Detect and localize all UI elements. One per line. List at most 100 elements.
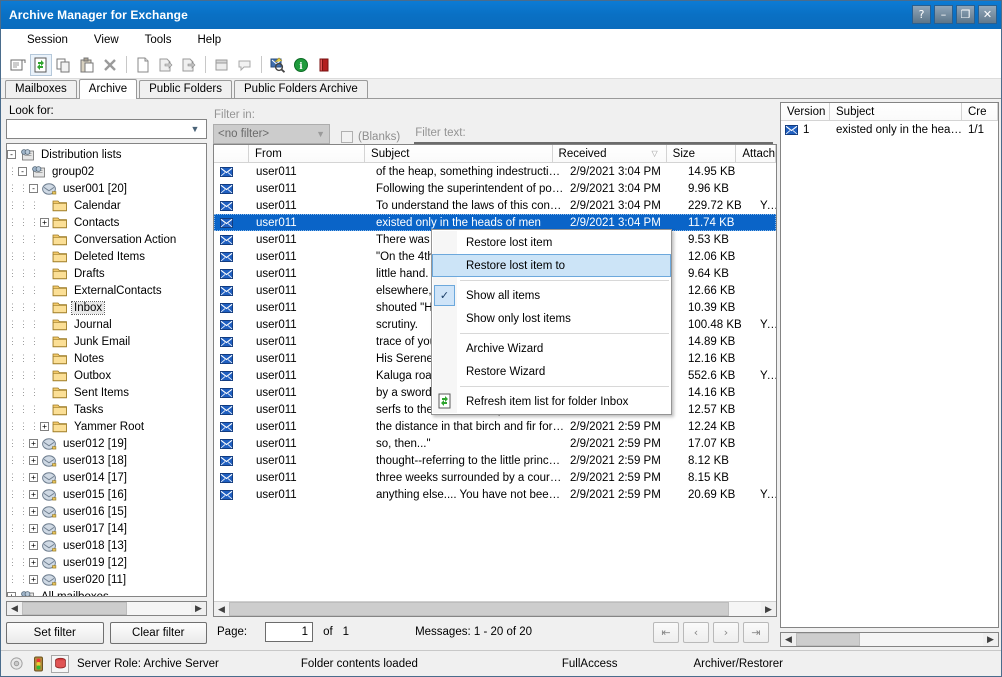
table-row[interactable]: user011three weeks surrounded by a court… bbox=[214, 469, 776, 486]
copy-icon[interactable] bbox=[53, 54, 75, 76]
clear-filter-button[interactable]: Clear filter bbox=[110, 622, 208, 644]
versions-grid-body[interactable]: 1existed only in the head...1/1 bbox=[781, 121, 998, 627]
table-row[interactable]: user011so, then..."2/9/2021 2:59 PM17.07… bbox=[214, 435, 776, 452]
scroll-thumb[interactable] bbox=[22, 602, 127, 615]
tab-public-folders-archive[interactable]: Public Folders Archive bbox=[234, 80, 368, 98]
scroll-left-icon[interactable]: ◀ bbox=[781, 633, 796, 646]
tree-expander[interactable]: + bbox=[40, 218, 49, 227]
column-header-subject[interactable]: Subject bbox=[830, 103, 962, 120]
note-icon[interactable] bbox=[211, 54, 233, 76]
scroll-track[interactable] bbox=[229, 602, 761, 616]
column-header-icon[interactable] bbox=[214, 145, 249, 162]
column-header-attach[interactable]: Attach bbox=[736, 145, 776, 162]
refresh-icon[interactable] bbox=[30, 54, 52, 76]
tree-expander[interactable]: + bbox=[29, 439, 38, 448]
scroll-right-icon[interactable]: ▶ bbox=[983, 633, 998, 646]
info-icon[interactable]: i bbox=[290, 54, 312, 76]
last-page-button[interactable]: ⇥ bbox=[743, 622, 769, 643]
tab-mailboxes[interactable]: Mailboxes bbox=[5, 80, 77, 98]
next-page-button[interactable]: › bbox=[713, 622, 739, 643]
context-menu-item[interactable]: Archive Wizard bbox=[432, 337, 671, 360]
versions-horizontal-scrollbar[interactable]: ◀ ▶ bbox=[780, 632, 999, 647]
tree-item[interactable]: ⋮⋮⋮Junk Email bbox=[7, 333, 206, 350]
tree-expander[interactable]: + bbox=[29, 558, 38, 567]
column-header-from[interactable]: From bbox=[249, 145, 365, 162]
tree-item[interactable]: ⋮⋮⋮ExternalContacts bbox=[7, 282, 206, 299]
menu-item-session[interactable]: Session bbox=[15, 31, 80, 49]
archive-item-icon[interactable] bbox=[155, 54, 177, 76]
tree-expander[interactable]: + bbox=[29, 490, 38, 499]
new-document-icon[interactable] bbox=[132, 54, 154, 76]
tree-expander[interactable]: + bbox=[29, 575, 38, 584]
tree-expander[interactable]: + bbox=[29, 507, 38, 516]
column-header-version[interactable]: Version bbox=[781, 103, 830, 120]
look-for-input[interactable]: ▼ bbox=[6, 119, 207, 139]
tree-item[interactable]: -Distribution lists bbox=[7, 146, 206, 163]
table-row[interactable]: user011thought--referring to the little … bbox=[214, 452, 776, 469]
tree-item[interactable]: ⋮⋮⋮Notes bbox=[7, 350, 206, 367]
paste-icon[interactable] bbox=[76, 54, 98, 76]
help-button[interactable]: ? bbox=[912, 5, 931, 24]
tree-item[interactable]: ⋮⋮+user020 [11] bbox=[7, 571, 206, 588]
tree-expander[interactable]: + bbox=[29, 473, 38, 482]
context-menu-item[interactable]: ✓Show all items bbox=[432, 284, 671, 307]
table-row[interactable]: 1existed only in the head...1/1 bbox=[781, 121, 998, 138]
tree-item[interactable]: ⋮⋮+user014 [17] bbox=[7, 469, 206, 486]
tree-item[interactable]: ⋮⋮⋮Deleted Items bbox=[7, 248, 206, 265]
tree-item[interactable]: ⋮-group02 bbox=[7, 163, 206, 180]
table-row[interactable]: user011the distance in that birch and fi… bbox=[214, 418, 776, 435]
context-menu[interactable]: Restore lost itemRestore lost item to✓Sh… bbox=[431, 229, 672, 415]
book-icon[interactable] bbox=[313, 54, 335, 76]
previous-page-button[interactable]: ‹ bbox=[683, 622, 709, 643]
tree-expander[interactable]: + bbox=[7, 592, 16, 597]
message-grid-scrollbar[interactable]: ◀ ▶ bbox=[214, 601, 776, 616]
column-header-subject[interactable]: Subject bbox=[365, 145, 552, 162]
menu-item-help[interactable]: Help bbox=[186, 31, 234, 49]
tree-expander[interactable]: - bbox=[18, 167, 27, 176]
blanks-checkbox[interactable] bbox=[341, 131, 353, 143]
filter-in-select[interactable]: <no filter> ▼ bbox=[213, 124, 330, 144]
context-menu-item[interactable]: Show only lost items bbox=[432, 307, 671, 330]
tree-item[interactable]: +All mailboxes bbox=[7, 588, 206, 597]
context-menu-item[interactable]: Restore Wizard bbox=[432, 360, 671, 383]
tree-expander[interactable]: + bbox=[29, 541, 38, 550]
tree-item[interactable]: ⋮⋮+user016 [15] bbox=[7, 503, 206, 520]
tree-item[interactable]: ⋮⋮⋮Drafts bbox=[7, 265, 206, 282]
scroll-thumb[interactable] bbox=[796, 633, 860, 646]
tree-expander[interactable]: - bbox=[29, 184, 38, 193]
scroll-right-icon[interactable]: ▶ bbox=[761, 602, 776, 616]
search-icon[interactable] bbox=[267, 54, 289, 76]
context-menu-item[interactable]: Restore lost item bbox=[432, 231, 671, 254]
column-header-size[interactable]: Size bbox=[667, 145, 737, 162]
tab-public-folders[interactable]: Public Folders bbox=[139, 80, 232, 98]
tree-item[interactable]: ⋮⋮⋮Journal bbox=[7, 316, 206, 333]
scroll-thumb[interactable] bbox=[229, 602, 729, 616]
menu-item-view[interactable]: View bbox=[82, 31, 131, 49]
column-header-received[interactable]: Received▽ bbox=[553, 145, 667, 162]
tree-item[interactable]: ⋮⋮+user019 [12] bbox=[7, 554, 206, 571]
table-row[interactable]: user011To understand the laws of this co… bbox=[214, 197, 776, 214]
delete-icon[interactable] bbox=[99, 54, 121, 76]
tree-item[interactable]: ⋮⋮⋮+Yammer Root bbox=[7, 418, 206, 435]
chevron-down-icon[interactable]: ▼ bbox=[187, 120, 203, 138]
tree-item[interactable]: ⋮⋮⋮Sent Items bbox=[7, 384, 206, 401]
tree-item[interactable]: ⋮⋮⋮Tasks bbox=[7, 401, 206, 418]
tree-item[interactable]: ⋮⋮+user012 [19] bbox=[7, 435, 206, 452]
tree-item[interactable]: ⋮⋮+user015 [16] bbox=[7, 486, 206, 503]
scroll-track[interactable] bbox=[22, 602, 191, 615]
minimize-button[interactable]: – bbox=[934, 5, 953, 24]
properties-icon[interactable] bbox=[7, 54, 29, 76]
comment-icon[interactable] bbox=[234, 54, 256, 76]
table-row[interactable]: user011of the heap, something indestruct… bbox=[214, 163, 776, 180]
scroll-right-icon[interactable]: ▶ bbox=[191, 602, 206, 615]
tree-item[interactable]: ⋮⋮-user001 [20] bbox=[7, 180, 206, 197]
maximize-button[interactable]: ❐ bbox=[956, 5, 975, 24]
tree-item[interactable]: ⋮⋮⋮+Contacts bbox=[7, 214, 206, 231]
scroll-left-icon[interactable]: ◀ bbox=[7, 602, 22, 615]
tree-expander[interactable]: + bbox=[29, 456, 38, 465]
tree-item[interactable]: ⋮⋮⋮Inbox bbox=[7, 299, 206, 316]
tree-expander[interactable]: - bbox=[7, 150, 16, 159]
tree-expander[interactable]: + bbox=[40, 422, 49, 431]
tree-expander[interactable]: + bbox=[29, 524, 38, 533]
menu-item-tools[interactable]: Tools bbox=[133, 31, 184, 49]
